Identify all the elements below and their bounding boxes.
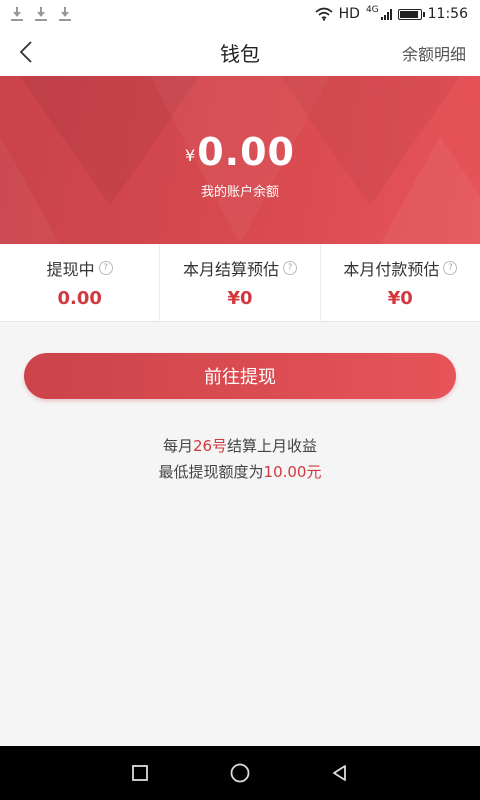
home-button[interactable] bbox=[220, 753, 260, 793]
stat-value: 0.00 bbox=[57, 288, 102, 309]
minimum-amount: 10.00元 bbox=[263, 463, 322, 481]
status-indicators: HD 4G 11:56 bbox=[315, 5, 468, 22]
battery-icon bbox=[397, 8, 425, 20]
balance-amount: ¥0.00 bbox=[0, 130, 480, 174]
help-icon[interactable]: ? bbox=[283, 261, 297, 275]
balance-value: 0.00 bbox=[197, 130, 295, 174]
network-type: 4G bbox=[365, 5, 379, 15]
stat-withdrawing: 提现中 ? 0.00 bbox=[0, 244, 161, 321]
stat-title: 提现中 bbox=[46, 260, 95, 279]
square-icon bbox=[132, 765, 148, 781]
download-icon bbox=[58, 6, 72, 22]
help-icon[interactable]: ? bbox=[443, 261, 458, 275]
page-title: 钱包 bbox=[220, 41, 260, 66]
currency-symbol: ¥ bbox=[185, 146, 196, 165]
balance-detail-link[interactable]: 余额明细 bbox=[402, 41, 466, 65]
stat-value: ¥0 bbox=[387, 288, 413, 309]
help-icon[interactable]: ? bbox=[98, 261, 113, 275]
wallet-screen: HD 4G 11:56 钱包 余额明细 ¥0.00 我的账户余额 提现中 ? 0… bbox=[0, 0, 480, 800]
recent-apps-button[interactable] bbox=[120, 753, 160, 793]
withdraw-notes: 每月26号结算上月收益 最低提现额度为10.00元 bbox=[0, 433, 480, 485]
minimum-note: 最低提现额度为10.00元 bbox=[158, 463, 322, 481]
wifi-icon bbox=[315, 7, 333, 21]
triangle-back-icon bbox=[333, 765, 346, 781]
back-button[interactable] bbox=[10, 36, 42, 68]
withdraw-button[interactable]: 前往提现 bbox=[24, 353, 456, 399]
settlement-note: 每月26号结算上月收益 bbox=[162, 437, 318, 455]
download-icon bbox=[10, 6, 24, 22]
stat-title: 本月付款预估 bbox=[343, 260, 440, 279]
hd-indicator: HD bbox=[338, 6, 360, 22]
notification-icons bbox=[10, 6, 72, 22]
settlement-day: 26号 bbox=[192, 437, 228, 455]
stat-value: ¥0 bbox=[227, 288, 253, 309]
back-arrow-icon bbox=[19, 41, 32, 63]
clock: 11:56 bbox=[427, 6, 468, 22]
back-nav-button[interactable] bbox=[320, 753, 360, 793]
system-nav-bar bbox=[0, 746, 480, 800]
stat-monthly-payment: 本月付款预估 ? ¥0 bbox=[321, 244, 480, 321]
stat-title: 本月结算预估 bbox=[182, 260, 279, 279]
download-icon bbox=[34, 6, 48, 22]
circle-icon bbox=[230, 763, 250, 783]
app-header: 钱包 余额明细 bbox=[0, 28, 480, 76]
signal-icon bbox=[380, 8, 392, 20]
status-bar: HD 4G 11:56 bbox=[0, 0, 480, 28]
stat-monthly-settlement: 本月结算预估 ? ¥0 bbox=[160, 244, 321, 321]
stats-row: 提现中 ? 0.00 本月结算预估 ? ¥0 本月付款预估 ? ¥0 bbox=[0, 244, 480, 322]
balance-banner: ¥0.00 我的账户余额 bbox=[0, 76, 480, 244]
balance-label: 我的账户余额 bbox=[200, 185, 279, 200]
